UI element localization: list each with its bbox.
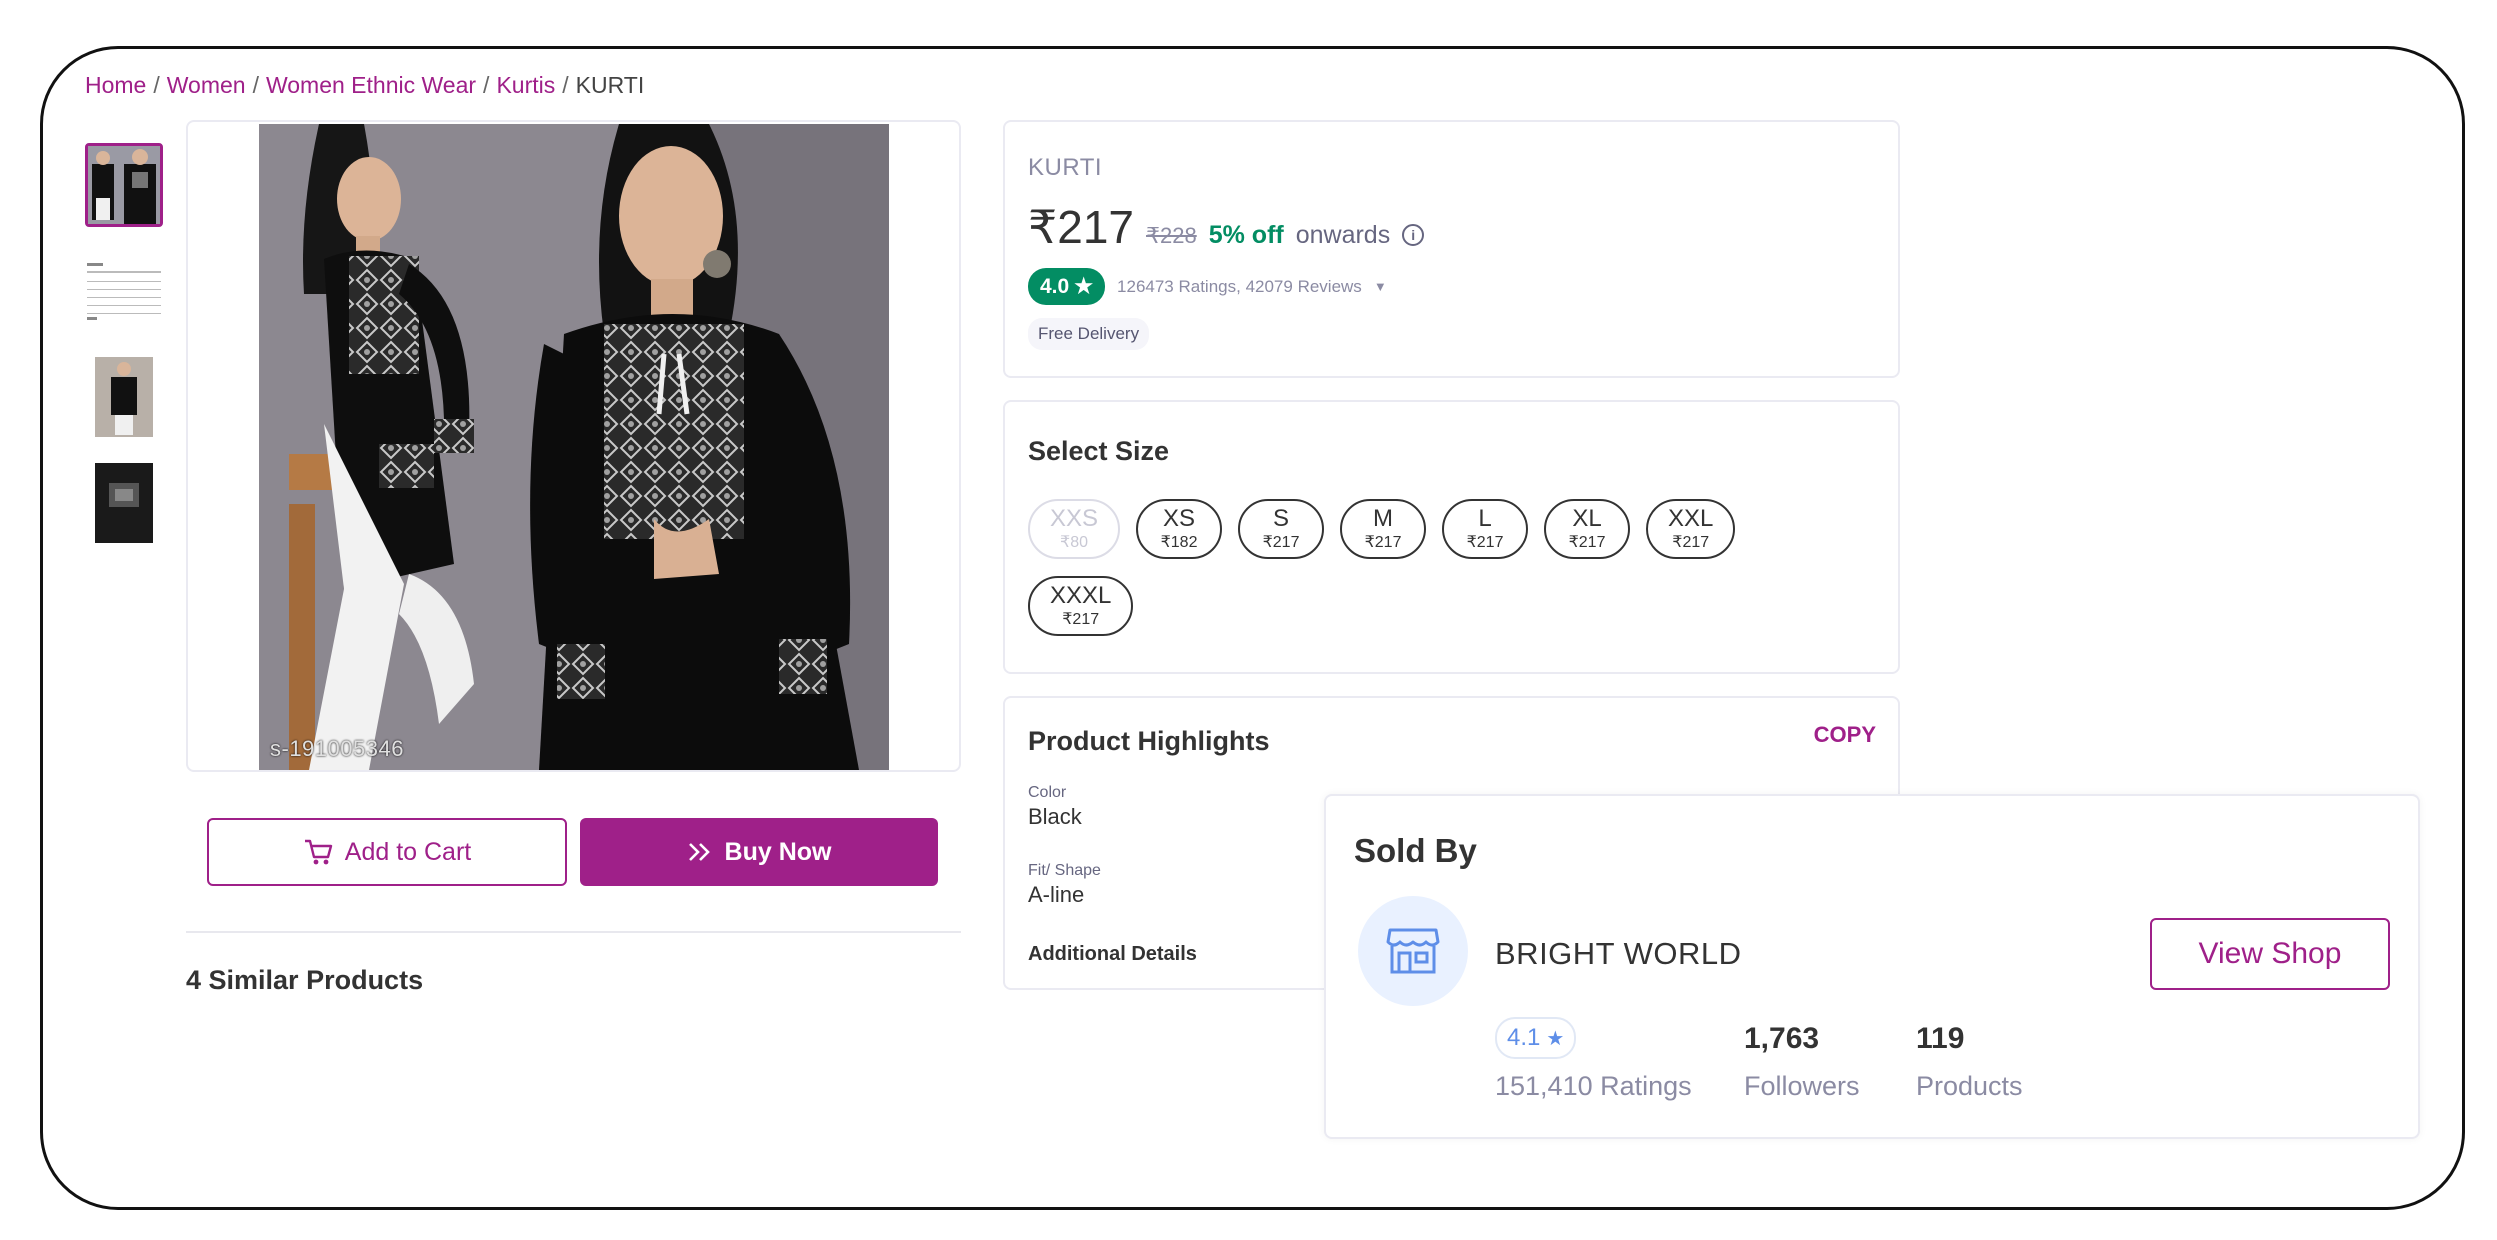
- size-price: ₹217: [1062, 611, 1100, 628]
- shop-ratings-count: 151,410 Ratings: [1495, 1071, 1692, 1102]
- size-option-l[interactable]: L ₹217: [1442, 499, 1529, 559]
- buy-now-button[interactable]: Buy Now: [580, 818, 938, 886]
- select-size-heading: Select Size: [1028, 436, 1170, 466]
- size-option-m[interactable]: M ₹217: [1340, 499, 1427, 559]
- thumbnail-3[interactable]: [85, 355, 163, 439]
- thumbnail-4[interactable]: [85, 461, 163, 545]
- shop-name[interactable]: BRIGHT WORLD: [1495, 936, 1742, 972]
- followers-label: Followers: [1744, 1071, 1860, 1101]
- buy-now-label: Buy Now: [724, 837, 832, 866]
- add-to-cart-label: Add to Cart: [344, 837, 472, 866]
- size-label: XL: [1572, 505, 1602, 532]
- size-option-xs[interactable]: XS ₹182: [1136, 499, 1223, 559]
- breadcrumb-home[interactable]: Home: [85, 72, 146, 98]
- breadcrumb-current: KURTI: [575, 72, 645, 98]
- divider: [186, 931, 961, 933]
- sold-by-card: Sold By BRIGHT WORLD View Shop 4.1 ★ 151…: [1324, 794, 2420, 1139]
- similar-products-heading[interactable]: 4 Similar Products: [186, 965, 423, 996]
- thumbnail-list: [85, 143, 165, 567]
- star-icon: ★: [1546, 1027, 1565, 1050]
- size-option-xl[interactable]: XL ₹217: [1544, 499, 1631, 559]
- size-price: ₹217: [1672, 534, 1710, 551]
- size-label: M: [1373, 505, 1394, 532]
- product-mrp: ₹228: [1146, 223, 1197, 248]
- shop-rating-value: 4.1: [1507, 1024, 1541, 1051]
- size-label: L: [1478, 505, 1492, 532]
- product-photo: [259, 124, 889, 770]
- rating-value: 4.0: [1040, 274, 1070, 298]
- products-label: Products: [1916, 1071, 2023, 1101]
- double-chevron-right-icon: [688, 843, 710, 861]
- highlight-value-fit: A-line: [1028, 882, 1085, 907]
- breadcrumb-women-ethnic-wear[interactable]: Women Ethnic Wear: [266, 72, 476, 98]
- additional-details-link[interactable]: Additional Details: [1028, 943, 1197, 966]
- free-delivery-badge: Free Delivery: [1028, 318, 1150, 350]
- size-selector-card: Select Size XXS ₹80 XS ₹182 S ₹217 M ₹21…: [1003, 400, 1900, 674]
- size-price: ₹217: [1262, 534, 1300, 551]
- copy-button[interactable]: COPY: [1814, 722, 1876, 748]
- product-highlights-heading: Product Highlights: [1028, 726, 1270, 756]
- price-row: ₹217 ₹228 5% off onwards i: [1028, 200, 1425, 254]
- cart-icon: [304, 839, 332, 865]
- size-price: ₹80: [1060, 534, 1088, 551]
- size-price: ₹182: [1160, 534, 1198, 551]
- size-option-xxl[interactable]: XXL ₹217: [1646, 499, 1736, 559]
- product-code-watermark: s-191005346: [270, 736, 404, 761]
- size-options: XXS ₹80 XS ₹182 S ₹217 M ₹217 L ₹217 XL …: [1028, 499, 1788, 636]
- size-option-xxs: XXS ₹80: [1028, 499, 1121, 559]
- size-label: XXXL: [1050, 582, 1112, 609]
- thumbnail-2[interactable]: [85, 249, 163, 333]
- product-info-card: KURTI ₹217 ₹228 5% off onwards i 4.0 ★ 1…: [1003, 120, 1900, 378]
- shop-ratings-label: Ratings: [1600, 1071, 1692, 1101]
- info-icon[interactable]: i: [1402, 224, 1425, 246]
- thumbnail-1[interactable]: [85, 143, 163, 227]
- followers-count: 1,763: [1744, 1022, 1820, 1055]
- size-label: XXS: [1050, 505, 1099, 532]
- highlight-value-color: Black: [1028, 804, 1082, 829]
- ratings-reviews-count[interactable]: 126473 Ratings, 42079 Reviews: [1117, 277, 1362, 297]
- breadcrumb-kurtis[interactable]: Kurtis: [496, 72, 555, 98]
- product-price: ₹217: [1028, 201, 1135, 253]
- size-option-s[interactable]: S ₹217: [1238, 499, 1325, 559]
- size-price: ₹217: [1364, 534, 1402, 551]
- view-shop-button[interactable]: View Shop: [2150, 918, 2390, 990]
- onwards-text: onwards: [1295, 221, 1391, 249]
- size-option-xxxl[interactable]: XXXL ₹217: [1028, 576, 1134, 636]
- add-to-cart-button[interactable]: Add to Cart: [207, 818, 567, 886]
- star-icon: ★: [1074, 275, 1094, 298]
- shop-ratings-number: 151,410: [1495, 1071, 1593, 1101]
- highlight-label-color: Color: [1028, 784, 1067, 801]
- discount-text: 5% off: [1208, 221, 1284, 249]
- breadcrumb: Home / Women / Women Ethnic Wear / Kurtis / KURT…: [85, 72, 645, 98]
- chevron-down-icon[interactable]: ▼: [1374, 279, 1387, 294]
- size-label: S: [1273, 505, 1290, 532]
- main-product-image[interactable]: s-191005346: [186, 120, 961, 772]
- sold-by-heading: Sold By: [1354, 832, 1477, 869]
- highlight-label-fit: Fit/ Shape: [1028, 862, 1101, 879]
- breadcrumb-women[interactable]: Women: [167, 72, 246, 98]
- rating-row: 4.0 ★ 126473 Ratings, 42079 Reviews ▼: [1028, 268, 1387, 305]
- size-label: XS: [1163, 505, 1196, 532]
- size-price: ₹217: [1568, 534, 1606, 551]
- size-price: ₹217: [1466, 534, 1504, 551]
- shop-avatar: [1358, 896, 1468, 1006]
- products-count: 119: [1916, 1022, 1965, 1055]
- shop-rating-badge: 4.1 ★: [1495, 1017, 1577, 1059]
- product-name: KURTI: [1028, 154, 1103, 181]
- size-label: XXL: [1668, 505, 1714, 532]
- store-icon: [1386, 928, 1440, 974]
- rating-badge: 4.0 ★: [1028, 268, 1106, 305]
